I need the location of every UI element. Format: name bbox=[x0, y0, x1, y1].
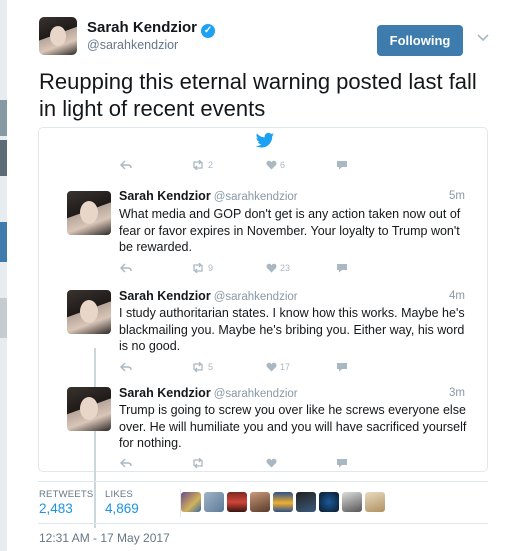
thread-tweet-actions bbox=[39, 458, 487, 472]
thread-tweet-text: Trump is going to screw you over like he… bbox=[119, 403, 467, 450]
thread-tweet-name: Sarah Kendzior bbox=[119, 386, 211, 400]
tweet-text: Reupping this eternal warning posted las… bbox=[39, 69, 477, 121]
dm-icon bbox=[336, 160, 348, 170]
thread-tweet-author: Sarah Kendzior @sarahkendzior bbox=[119, 289, 298, 303]
retweet-count-value: 5 bbox=[208, 362, 214, 372]
retweets-label: RETWEETS bbox=[39, 489, 94, 500]
background-page-edge bbox=[0, 0, 7, 551]
thread-tweet-author: Sarah Kendzior @sarahkendzior bbox=[119, 189, 298, 203]
avatar bbox=[67, 387, 111, 431]
like-count: 17 bbox=[266, 362, 290, 372]
tweet-timestamp[interactable]: 12:31 AM - 17 May 2017 bbox=[39, 531, 170, 545]
avatar[interactable] bbox=[250, 492, 270, 512]
twitter-bird-icon bbox=[255, 132, 275, 148]
retweet-count: 9 bbox=[191, 263, 213, 273]
like-icon bbox=[266, 458, 277, 468]
dm-icon bbox=[336, 263, 348, 273]
verified-badge-icon: ✓ bbox=[201, 24, 216, 38]
thread-tweet-time: 5m bbox=[449, 190, 465, 202]
thread-tweet-actions: 5 17 bbox=[39, 362, 487, 376]
avatar[interactable] bbox=[181, 492, 201, 512]
avatar[interactable] bbox=[296, 492, 316, 512]
dm-icon bbox=[336, 362, 348, 372]
avatar[interactable] bbox=[39, 17, 77, 55]
thread-tweet-text: I study authoritarian states. I know how… bbox=[119, 306, 465, 353]
thread-tweet-name: Sarah Kendzior bbox=[119, 289, 211, 303]
retweet-count: 5 bbox=[191, 362, 213, 372]
avatar[interactable] bbox=[342, 492, 362, 512]
thread-tweet-handle: @sarahkendzior bbox=[213, 388, 298, 400]
avatar bbox=[67, 191, 111, 235]
thread-tweet-time: 4m bbox=[449, 290, 465, 302]
divider bbox=[38, 481, 488, 482]
like-count: 23 bbox=[266, 263, 290, 273]
retweet-count-value: 2 bbox=[208, 160, 214, 170]
thread-tweet-author: Sarah Kendzior @sarahkendzior bbox=[119, 386, 298, 400]
author-name-text[interactable]: Sarah Kendzior bbox=[87, 19, 197, 36]
author-name[interactable]: Sarah Kendzior ✓ bbox=[87, 19, 216, 38]
reply-icon bbox=[120, 160, 132, 170]
reply-icon bbox=[120, 362, 132, 372]
thread-tweet-handle: @sarahkendzior bbox=[213, 191, 298, 203]
avatar[interactable] bbox=[204, 492, 224, 512]
reply-icon bbox=[120, 458, 132, 468]
avatar[interactable] bbox=[319, 492, 339, 512]
avatar[interactable] bbox=[227, 492, 247, 512]
retweet-count-value: 9 bbox=[208, 263, 214, 273]
thread-tweet-actions: 9 23 bbox=[39, 263, 487, 277]
thread-tweet-handle: @sarahkendzior bbox=[213, 291, 298, 303]
thread-tweet-name: Sarah Kendzior bbox=[119, 189, 211, 203]
likes-label: LIKES bbox=[105, 489, 133, 500]
avatar[interactable] bbox=[365, 492, 385, 512]
thread-top-actions: 2 6 bbox=[39, 160, 487, 174]
thread-tweet-time: 3m bbox=[449, 387, 465, 399]
like-count-value: 6 bbox=[280, 160, 286, 170]
author-handle[interactable]: @sarahkendzior bbox=[87, 38, 178, 52]
avatar[interactable] bbox=[273, 492, 293, 512]
following-button[interactable]: Following bbox=[377, 25, 463, 56]
like-count-value: 17 bbox=[280, 362, 291, 372]
tweet-detail-card: Sarah Kendzior ✓ @sarahkendzior Following… bbox=[7, 0, 516, 551]
avatar bbox=[67, 290, 111, 334]
like-count-value: 23 bbox=[280, 263, 291, 273]
divider bbox=[38, 523, 488, 524]
dm-icon bbox=[336, 458, 348, 468]
tweet-media-image[interactable]: 2 6 Sarah Kendzior @sarahkendzior 5m What… bbox=[38, 127, 488, 528]
like-count: 6 bbox=[266, 160, 285, 170]
retweets-count[interactable]: 2,483 bbox=[39, 501, 73, 516]
chevron-down-icon[interactable] bbox=[476, 30, 490, 44]
retweet-icon bbox=[191, 458, 205, 468]
thread-tweet-text: What media and GOP don't get is any acti… bbox=[119, 207, 461, 254]
reply-icon bbox=[120, 263, 132, 273]
retweet-count: 2 bbox=[191, 160, 213, 170]
likes-count[interactable]: 4,869 bbox=[105, 501, 139, 516]
